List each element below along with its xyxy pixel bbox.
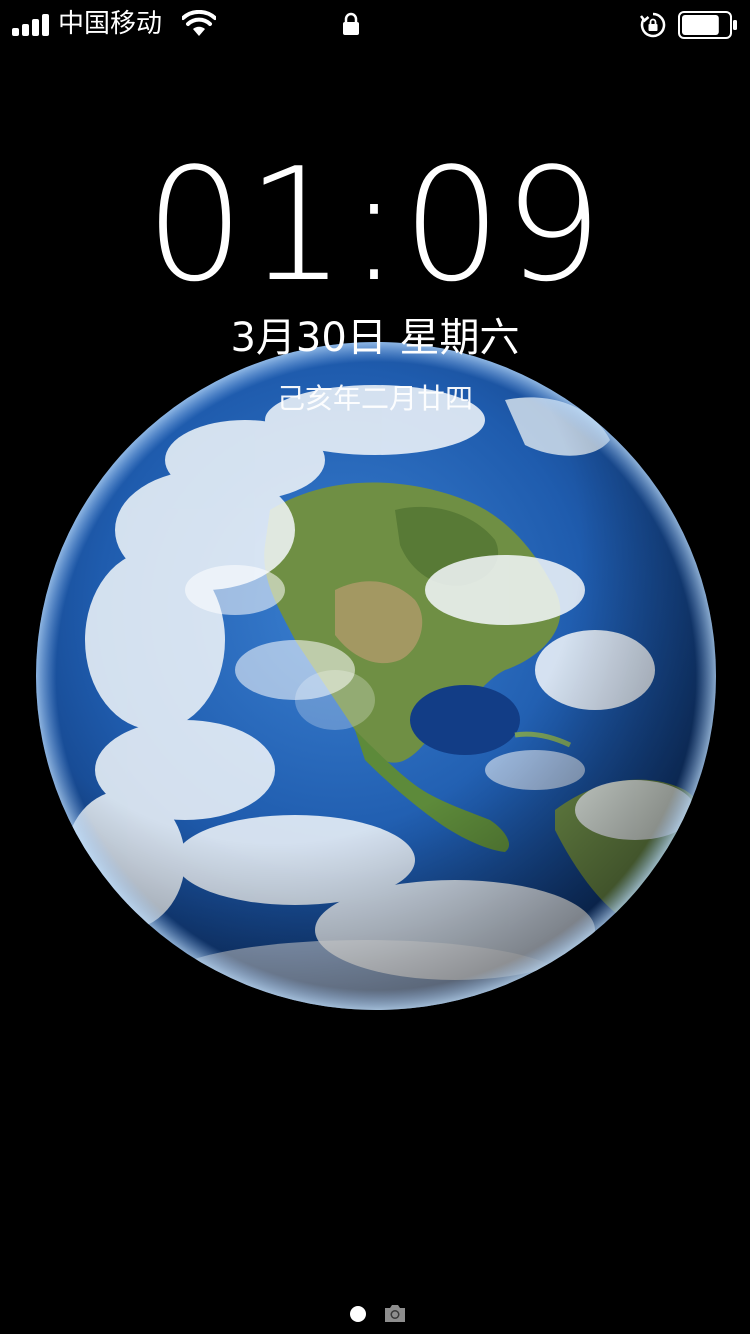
carrier-name: 中国移动 — [58, 9, 163, 39]
wifi-icon — [182, 10, 216, 36]
camera-icon[interactable] — [383, 1303, 407, 1323]
lockscreen-lunar-date: 己亥年二月廿四 — [276, 382, 473, 415]
status-bar: 中国移动 — [0, 0, 750, 48]
earth-wallpaper — [35, 340, 717, 1012]
rotation-lock-icon — [640, 12, 666, 38]
earth-icon — [36, 342, 716, 1010]
page-dot-icon — [350, 1306, 366, 1322]
lockscreen-date: 3月30日 星期六 — [230, 315, 520, 361]
lock-icon — [343, 12, 359, 35]
signal-icon — [12, 12, 52, 36]
lockscreen-time: 01:09 — [145, 134, 605, 316]
battery-icon — [678, 11, 737, 39]
